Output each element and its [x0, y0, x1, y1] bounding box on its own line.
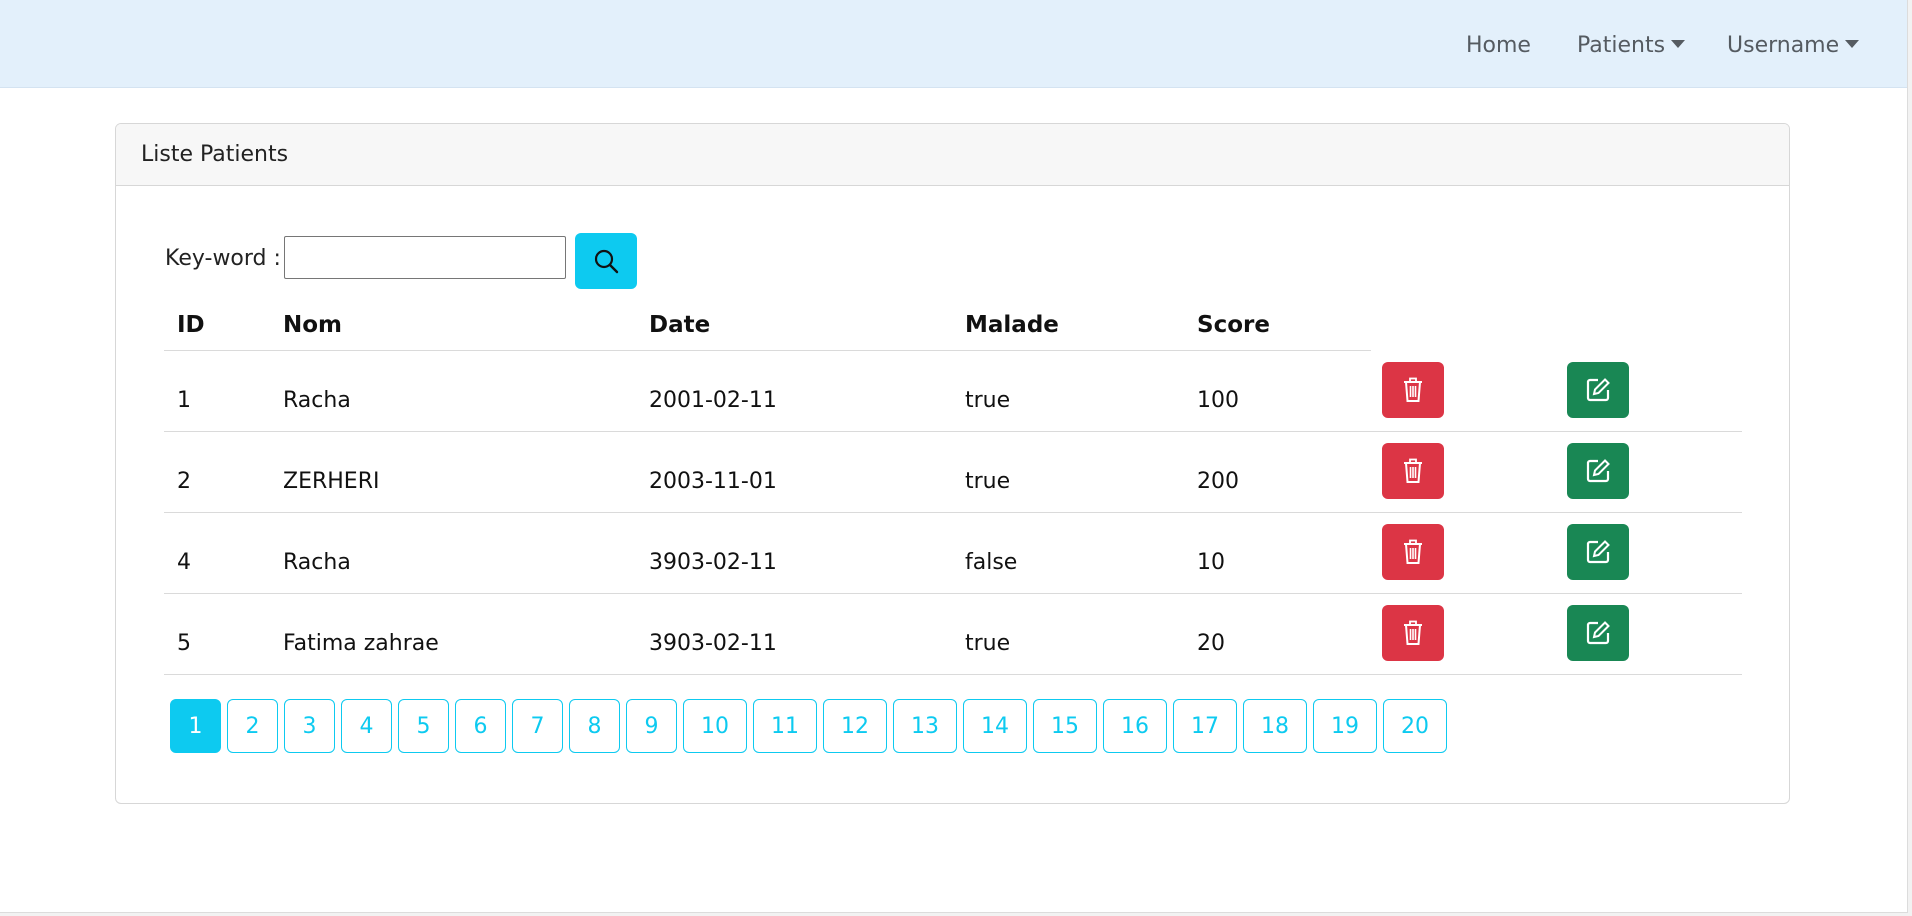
page-link-9[interactable]: 9: [626, 699, 677, 753]
search-button[interactable]: [575, 233, 637, 289]
pencil-square-icon: [1586, 540, 1610, 564]
trash-icon: [1404, 539, 1422, 564]
nav-home-link[interactable]: Home: [1466, 30, 1531, 62]
row-divider: [164, 674, 1742, 675]
cell-id: 2: [177, 469, 191, 494]
caret-down-icon: [1671, 40, 1686, 48]
page-link-7[interactable]: 7: [512, 699, 563, 753]
page-link-12[interactable]: 12: [823, 699, 887, 753]
column-header-date: Date: [649, 312, 711, 338]
cell-date: 2003-11-01: [649, 469, 777, 494]
cell-malade: true: [965, 631, 1011, 656]
pencil-square-icon: [1586, 621, 1610, 645]
cell-date: 2001-02-11: [649, 388, 777, 413]
page-link-20[interactable]: 20: [1383, 699, 1447, 753]
search-label: Key-word :: [165, 246, 281, 271]
card-header: Liste Patients: [116, 124, 1789, 186]
page-link-14[interactable]: 14: [963, 699, 1027, 753]
row-divider: [164, 512, 1742, 513]
card-title: Liste Patients: [141, 142, 289, 167]
page-link-15[interactable]: 15: [1033, 699, 1097, 753]
cell-id: 4: [177, 550, 191, 575]
page-link-8[interactable]: 8: [569, 699, 620, 753]
page-link-13[interactable]: 13: [893, 699, 957, 753]
nav-username-dropdown[interactable]: Username: [1727, 30, 1860, 62]
cell-id: 1: [177, 388, 191, 413]
nav-patients-dropdown[interactable]: Patients: [1577, 30, 1686, 62]
column-header-id: ID: [177, 312, 205, 338]
edit-button[interactable]: [1567, 443, 1629, 499]
column-header-score: Score: [1197, 312, 1270, 338]
page-link-3[interactable]: 3: [284, 699, 335, 753]
cell-score: 100: [1197, 388, 1239, 413]
page-link-1[interactable]: 1: [170, 699, 221, 753]
cell-date: 3903-02-11: [649, 550, 777, 575]
cell-score: 20: [1197, 631, 1225, 656]
caret-down-icon: [1845, 40, 1860, 48]
patients-card: Liste Patients Key-word : ID Nom Date Ma…: [115, 123, 1790, 804]
row-divider: [164, 593, 1742, 594]
delete-button[interactable]: [1382, 605, 1444, 661]
cell-malade: true: [965, 469, 1011, 494]
page-link-18[interactable]: 18: [1243, 699, 1307, 753]
cell-date: 3903-02-11: [649, 631, 777, 656]
nav-username-label: Username: [1727, 33, 1840, 58]
cell-nom: Fatima zahrae: [283, 631, 439, 656]
cell-malade: true: [965, 388, 1011, 413]
row-divider: [164, 431, 1742, 432]
search-icon: [594, 249, 619, 274]
trash-icon: [1404, 377, 1422, 402]
page-link-2[interactable]: 2: [227, 699, 278, 753]
cell-malade: false: [965, 550, 1018, 575]
cell-score: 10: [1197, 550, 1225, 575]
navbar: Home Patients Username: [0, 0, 1907, 88]
pencil-square-icon: [1586, 459, 1610, 483]
nav-patients-label: Patients: [1577, 33, 1666, 58]
cell-nom: ZERHERI: [283, 469, 380, 494]
cell-nom: Racha: [283, 388, 351, 413]
column-header-nom: Nom: [283, 312, 343, 338]
nav-home-label: Home: [1466, 33, 1531, 58]
column-header-malade: Malade: [965, 312, 1059, 338]
pencil-square-icon: [1586, 378, 1610, 402]
delete-button[interactable]: [1382, 524, 1444, 580]
delete-button[interactable]: [1382, 443, 1444, 499]
edit-button[interactable]: [1567, 362, 1629, 418]
trash-icon: [1404, 620, 1422, 645]
delete-button[interactable]: [1382, 362, 1444, 418]
header-divider: [164, 350, 1371, 351]
page-link-10[interactable]: 10: [683, 699, 747, 753]
cell-nom: Racha: [283, 550, 351, 575]
page-link-6[interactable]: 6: [455, 699, 506, 753]
page-link-17[interactable]: 17: [1173, 699, 1237, 753]
page: Home Patients Username Liste Patients Ke…: [0, 0, 1908, 913]
trash-icon: [1404, 458, 1422, 483]
page-link-19[interactable]: 19: [1313, 699, 1377, 753]
page-link-16[interactable]: 16: [1103, 699, 1167, 753]
page-link-4[interactable]: 4: [341, 699, 392, 753]
edit-button[interactable]: [1567, 605, 1629, 661]
page-link-11[interactable]: 11: [753, 699, 817, 753]
cell-score: 200: [1197, 469, 1239, 494]
page-link-5[interactable]: 5: [398, 699, 449, 753]
cell-id: 5: [177, 631, 191, 656]
edit-button[interactable]: [1567, 524, 1629, 580]
search-input[interactable]: [284, 236, 566, 279]
